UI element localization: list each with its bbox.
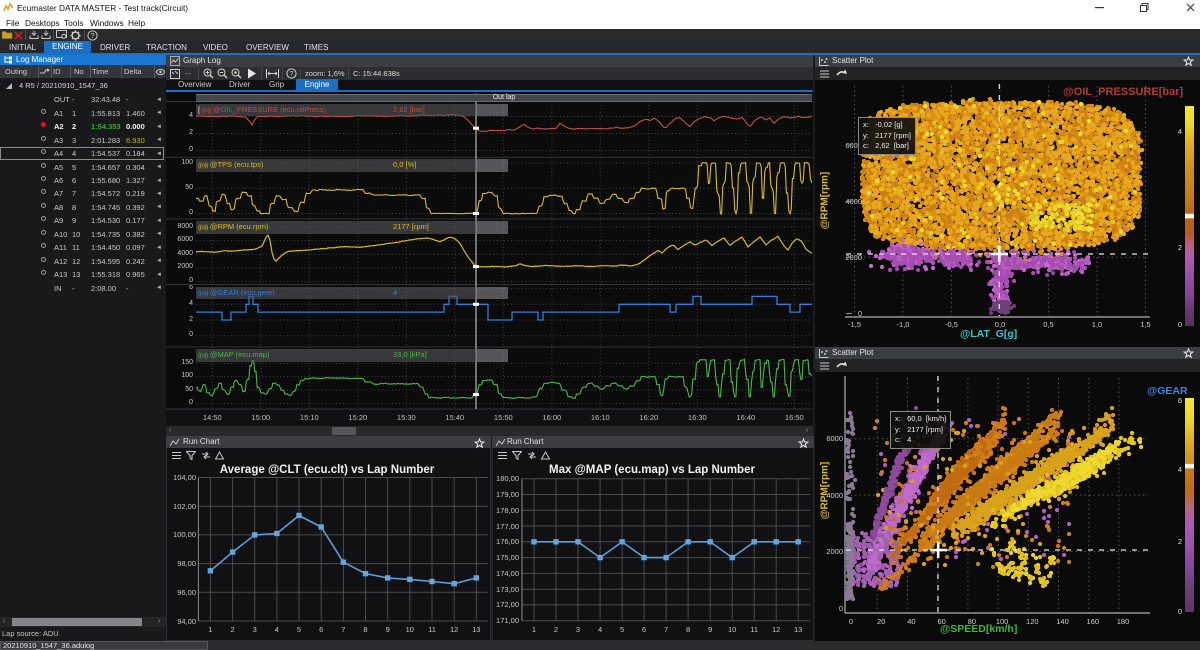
- svg-text:?: ?: [290, 71, 294, 78]
- svg-text:?: ?: [90, 31, 94, 40]
